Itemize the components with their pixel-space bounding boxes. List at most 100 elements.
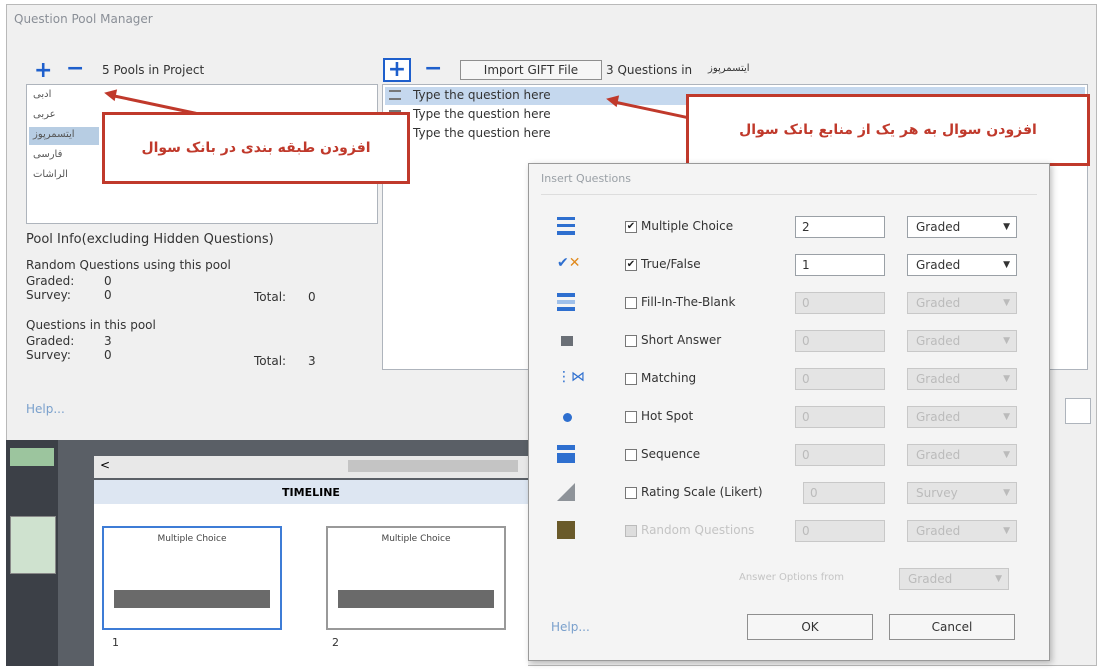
true-false-label: True/False [641,257,701,271]
chevron-down-icon: ▼ [1003,450,1010,460]
insert-questions-dialog: Insert Questions ✔ Multiple Choice 2 Gra… [528,163,1050,661]
pool-item[interactable]: فارسی [33,149,62,160]
import-gift-button[interactable]: Import GIFT File [460,60,602,80]
annotation-arrowhead [604,92,620,108]
question-row[interactable]: Type the question here [413,126,551,140]
random-questions-type-select[interactable]: Graded ▼ [907,520,1017,542]
random-questions-checkbox[interactable] [625,525,637,537]
true-false-icon: ✔✕ [557,255,581,271]
question-row[interactable]: Type the question here [413,107,551,121]
pool-item[interactable]: عربی [33,109,56,120]
select-value: Graded [908,572,953,586]
cancel-button[interactable]: Cancel [889,614,1015,640]
remove-question-icon[interactable]: − [424,58,442,80]
short-answer-type-select[interactable]: Graded ▼ [907,330,1017,352]
pool-help-link[interactable]: Help... [26,402,65,416]
true-false-count[interactable]: 1 [795,254,885,276]
fill-blank-checkbox[interactable] [625,297,637,309]
question-type-row-multiple-choice: ✔ Multiple Choice 2 Graded ▼ [529,214,1049,244]
fill-blank-type-select[interactable]: Graded ▼ [907,292,1017,314]
matching-count[interactable]: 0 [795,368,885,390]
sequence-checkbox[interactable] [625,449,637,461]
scroll-left-icon[interactable]: < [100,458,110,472]
add-question-button[interactable]: + [383,58,411,82]
remove-pool-icon[interactable]: − [66,58,84,80]
slide-area: Multiple Choice 1 Multiple Choice 2 [94,504,528,666]
timeline-scrollbar[interactable]: < [94,456,528,478]
select-value: Graded [916,296,961,310]
select-value: Graded [916,524,961,538]
likert-checkbox[interactable] [625,487,637,499]
filmstrip-thumbnail[interactable] [10,448,54,466]
hot-spot-label: Hot Spot [641,409,694,423]
random-graded-value: 0 [104,274,112,288]
question-type-row-true-false: ✔✕ ✔ True/False 1 Graded ▼ [529,252,1049,282]
sequence-count[interactable]: 0 [795,444,885,466]
matching-checkbox[interactable] [625,373,637,385]
hot-spot-type-select[interactable]: Graded ▼ [907,406,1017,428]
pool-item-selected[interactable]: ایتسمرپوز [33,129,75,140]
select-value: Graded [916,448,961,462]
likert-count[interactable]: 0 [803,482,885,504]
likert-label: Rating Scale (Likert) [641,485,763,499]
short-answer-checkbox[interactable] [625,335,637,347]
add-question-annotation: افزودن سوال به هر یک از منابع بانک سوال [686,94,1090,166]
multiple-choice-count[interactable]: 2 [795,216,885,238]
pool-item[interactable]: الراشات [33,169,68,180]
multiple-choice-checkbox[interactable]: ✔ [625,221,637,233]
matching-type-select[interactable]: Graded ▼ [907,368,1017,390]
dialog-help-link[interactable]: Help... [551,620,590,634]
matching-label: Matching [641,371,697,385]
in-pool-graded-value: 3 [104,334,112,348]
random-graded-label: Graded: [26,274,75,288]
slide-bar [338,590,494,608]
hot-spot-checkbox[interactable] [625,411,637,423]
random-questions-icon [557,521,575,539]
dialog-title: Insert Questions [541,172,631,185]
in-pool-heading: Questions in this pool [26,318,156,332]
true-false-type-select[interactable]: Graded ▼ [907,254,1017,276]
chevron-down-icon: ▼ [995,574,1002,584]
slide-number: 2 [332,636,339,649]
true-false-checkbox[interactable]: ✔ [625,259,637,271]
ok-button[interactable]: OK [747,614,873,640]
chevron-down-icon: ▼ [1003,336,1010,346]
window-title: Question Pool Manager [14,12,153,26]
multiple-choice-icon [389,90,401,100]
likert-icon [557,483,575,501]
pool-item[interactable]: ادبی [33,89,51,100]
hot-spot-count[interactable]: 0 [795,406,885,428]
sequence-type-select[interactable]: Graded ▼ [907,444,1017,466]
slide-thumbnail[interactable]: Multiple Choice [326,526,506,630]
short-answer-count[interactable]: 0 [795,330,885,352]
fill-blank-count[interactable]: 0 [795,292,885,314]
chevron-down-icon: ▼ [1003,260,1010,270]
random-survey-label: Survey: [26,288,71,302]
select-value: Graded [916,258,961,272]
fill-blank-icon [557,293,575,311]
multiple-choice-icon [557,217,575,235]
pool-category-annotation: افزودن طبقه بندی در بانک سوال [102,112,410,184]
chevron-down-icon: ▼ [1003,374,1010,384]
in-pool-total-value: 3 [308,354,316,368]
answer-option-select[interactable]: Graded ▼ [899,568,1009,590]
scroll-thumb[interactable] [348,460,518,472]
question-type-row-random: Random Questions 0 Graded ▼ [529,518,1049,548]
chevron-down-icon: ▼ [1003,222,1010,232]
random-questions-count[interactable]: 0 [795,520,885,542]
slide-thumbnail[interactable]: Multiple Choice [102,526,282,630]
question-row[interactable]: Type the question here [413,88,551,102]
likert-type-select[interactable]: Survey ▼ [907,482,1017,504]
random-survey-value: 0 [104,288,112,302]
add-pool-icon[interactable]: + [34,60,52,82]
side-panel-field [1065,398,1091,424]
question-type-row-hot-spot: Hot Spot 0 Graded ▼ [529,404,1049,434]
filmstrip-thumbnail[interactable] [10,516,56,574]
pool-info-heading: Pool Info(excluding Hidden Questions) [26,232,274,247]
question-type-row-fill-blank: Fill-In-The-Blank 0 Graded ▼ [529,290,1049,320]
multiple-choice-type-select[interactable]: Graded ▼ [907,216,1017,238]
question-pool-name: ایتسمرپوز [708,63,750,74]
random-total-label: Total: [254,290,287,304]
multiple-choice-label: Multiple Choice [641,219,734,233]
random-questions-label: Random Questions [641,523,755,537]
